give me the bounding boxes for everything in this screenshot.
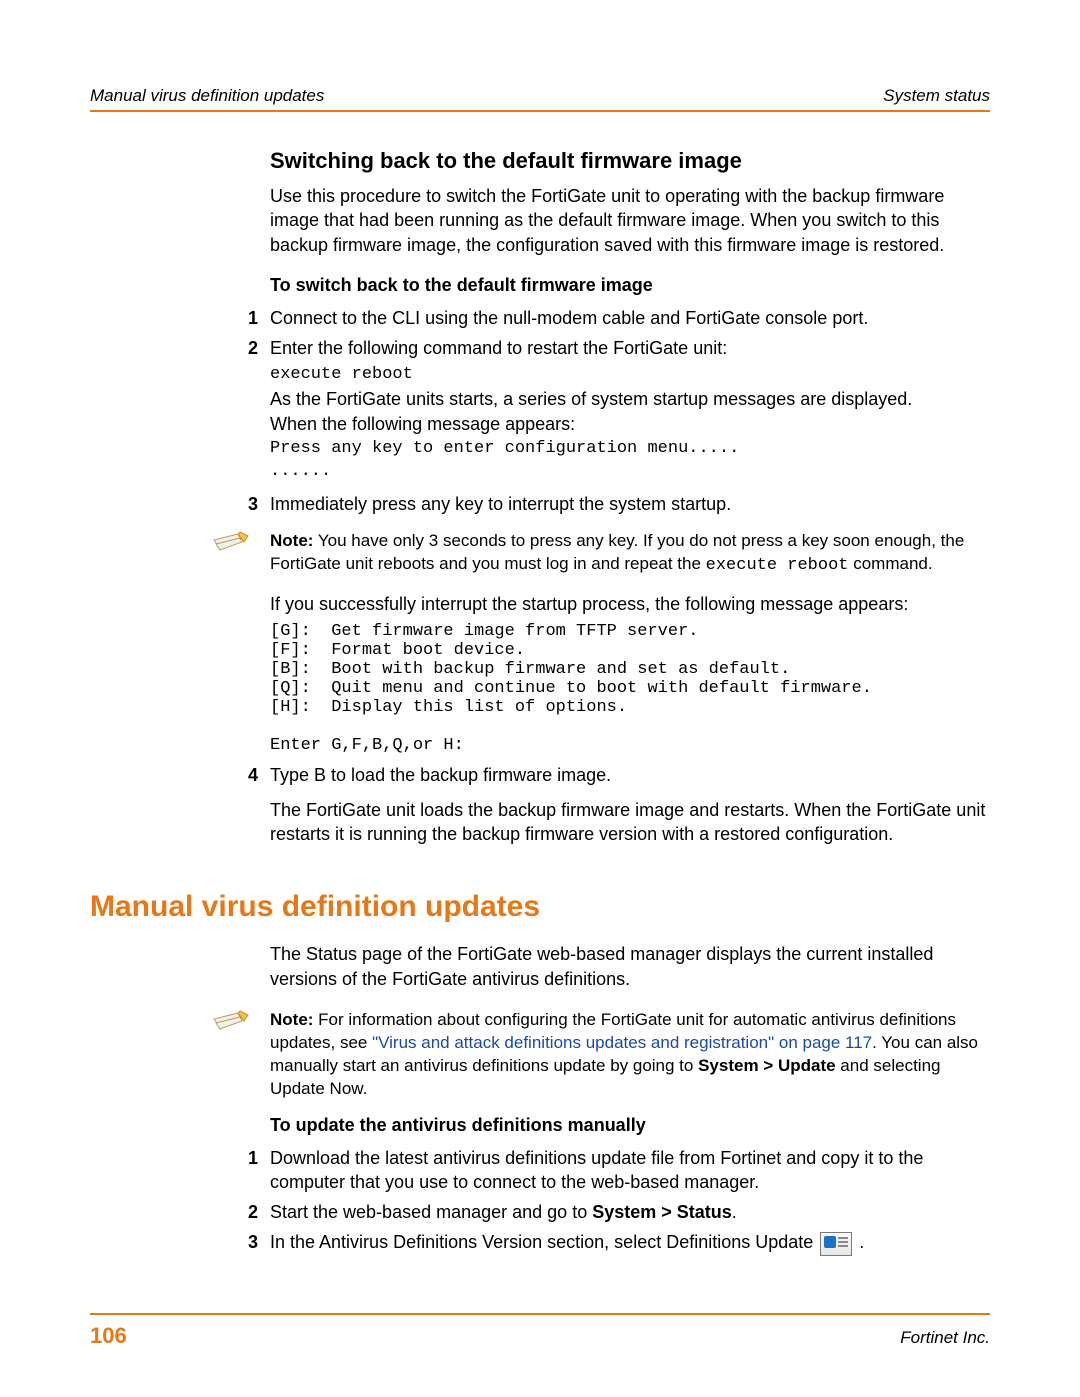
step-3: 3 Immediately press any key to interrupt… — [270, 492, 990, 516]
paragraph: If you successfully interrupt the startu… — [270, 592, 990, 616]
header-left: Manual virus definition updates — [90, 86, 324, 106]
step-continuation: The FortiGate unit loads the backup firm… — [270, 798, 990, 847]
note-body-tail: command. — [848, 554, 932, 573]
menu-path: System > Update — [698, 1056, 835, 1075]
step-text: Connect to the CLI using the null-modem … — [270, 308, 868, 328]
step-3: 3 In the Antivirus Definitions Version s… — [270, 1230, 990, 1255]
note-label: Note: — [270, 531, 313, 550]
step-number: 3 — [228, 492, 258, 516]
section-heading: Switching back to the default firmware i… — [270, 148, 990, 174]
step-4: 4 Type B to load the backup firmware ima… — [270, 763, 990, 846]
note-block: Note: You have only 3 seconds to press a… — [210, 530, 990, 578]
header-right: System status — [883, 86, 990, 106]
step-2: 2 Start the web-based manager and go to … — [270, 1200, 990, 1224]
inline-code: execute reboot — [706, 556, 849, 575]
company-name: Fortinet Inc. — [900, 1328, 990, 1348]
procedure-heading: To update the antivirus definitions manu… — [270, 1115, 990, 1136]
note-text: Note: You have only 3 seconds to press a… — [270, 530, 990, 578]
procedure-heading: To switch back to the default firmware i… — [270, 275, 990, 296]
command-code: execute reboot — [270, 365, 413, 384]
step-text-pre: Start the web-based manager and go to — [270, 1202, 592, 1222]
step-text: Immediately press any key to interrupt t… — [270, 494, 731, 514]
page: Manual virus definition updates System s… — [0, 0, 1080, 1397]
step-text: Type B to load the backup firmware image… — [270, 765, 611, 785]
chapter-heading: Manual virus definition updates — [90, 890, 990, 924]
step-number: 1 — [228, 306, 258, 330]
section-intro: The Status page of the FortiGate web-bas… — [270, 942, 990, 991]
cross-reference-link[interactable]: "Virus and attack definitions updates an… — [372, 1033, 872, 1052]
page-number: 106 — [90, 1323, 127, 1349]
step-number: 2 — [228, 1200, 258, 1224]
step-continuation: As the FortiGate units starts, a series … — [270, 387, 990, 411]
step-text-post: . — [854, 1232, 864, 1252]
step-text-post: . — [732, 1202, 737, 1222]
note-label: Note: — [270, 1010, 313, 1029]
section-intro: Use this procedure to switch the FortiGa… — [270, 184, 990, 257]
footer-rule — [90, 1313, 990, 1315]
note-icon — [210, 1009, 260, 1054]
header-rule — [90, 110, 990, 112]
console-menu: [G]: Get firmware image from TFTP server… — [270, 622, 990, 755]
step-number: 2 — [228, 336, 258, 360]
console-output: Press any key to enter configuration men… — [270, 438, 990, 484]
step-text-pre: In the Antivirus Definitions Version sec… — [270, 1232, 818, 1252]
content-column: Switching back to the default firmware i… — [270, 148, 990, 1256]
definitions-update-icon — [820, 1232, 852, 1256]
note-icon — [210, 530, 260, 575]
note-text: Note: For information about configuring … — [270, 1009, 990, 1101]
step-1: 1 Connect to the CLI using the null-mode… — [270, 306, 990, 330]
step-continuation: When the following message appears: — [270, 412, 990, 436]
step-1: 1 Download the latest antivirus definiti… — [270, 1146, 990, 1195]
step-number: 3 — [228, 1230, 258, 1254]
running-header: Manual virus definition updates System s… — [90, 86, 990, 110]
step-number: 1 — [228, 1146, 258, 1170]
page-footer: 106 Fortinet Inc. — [90, 1313, 990, 1349]
note-block: Note: For information about configuring … — [210, 1009, 990, 1101]
step-number: 4 — [228, 763, 258, 787]
step-text: Download the latest antivirus definition… — [270, 1148, 923, 1192]
step-text: Enter the following command to restart t… — [270, 338, 727, 358]
step-2: 2 Enter the following command to restart… — [270, 336, 990, 484]
menu-path: System > Status — [592, 1202, 732, 1222]
